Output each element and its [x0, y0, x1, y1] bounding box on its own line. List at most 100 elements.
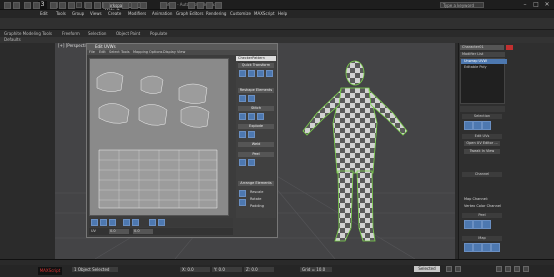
menu-edit[interactable]: Edit [40, 11, 48, 16]
next-frame-icon[interactable] [455, 266, 461, 272]
menu-rendering[interactable]: Rendering [206, 11, 226, 16]
material-editor-icon[interactable] [188, 2, 195, 9]
spherical-map-icon[interactable] [482, 243, 491, 252]
undo-tool-icon[interactable] [4, 2, 11, 9]
search-input[interactable]: Type a keyword [440, 2, 484, 8]
stack-item-unwrap[interactable]: Unwrap UVW [461, 59, 507, 64]
reshape-elements-header[interactable]: Reshape Elements [238, 88, 274, 93]
angle-snap-icon[interactable] [131, 2, 138, 9]
menu-help[interactable]: Help [278, 11, 287, 16]
grow-selection-icon[interactable] [123, 219, 130, 226]
rotate-90-icon[interactable] [257, 70, 264, 77]
stack-item-editable-poly[interactable]: Editable Poly [461, 65, 507, 70]
render-setup-icon[interactable] [197, 2, 204, 9]
scale-icon[interactable] [103, 2, 110, 9]
rollout-edit-uvs[interactable]: Edit UVs [462, 134, 502, 139]
ring-select-icon[interactable] [158, 219, 165, 226]
zoom-icon[interactable] [496, 266, 502, 272]
link-icon[interactable] [24, 2, 31, 9]
tab-freeform[interactable]: Freeform [62, 31, 80, 36]
rescale-option[interactable]: Rescale [250, 190, 263, 194]
explode-header[interactable]: Explode [238, 124, 274, 129]
pelt-map-icon[interactable] [248, 159, 255, 166]
tab-selection[interactable]: Selection [88, 31, 106, 36]
play-icon[interactable] [446, 266, 452, 272]
rollout-channel[interactable]: Channel [462, 172, 502, 177]
flip-icon[interactable] [266, 70, 273, 77]
detach-icon[interactable] [248, 131, 255, 138]
peel-mode-icon[interactable] [473, 220, 482, 229]
shrink-selection-icon[interactable] [132, 219, 139, 226]
uv-menu-mapping[interactable]: Mapping [133, 50, 148, 54]
rollout-selection[interactable]: Selection [462, 114, 502, 119]
vertex-select-icon[interactable] [464, 121, 473, 130]
uv-menu-options[interactable]: Options [149, 50, 163, 54]
character-model[interactable] [302, 60, 408, 242]
render-icon[interactable] [215, 2, 222, 9]
tab-object-paint[interactable]: Object Paint [116, 31, 140, 36]
tab-populate[interactable]: Populate [150, 31, 167, 36]
straighten-icon[interactable] [239, 95, 246, 102]
polygon-select-icon[interactable] [482, 121, 491, 130]
stitch-average-icon[interactable] [257, 113, 264, 120]
maximize-button[interactable]: □ [531, 1, 541, 8]
align-v-icon[interactable] [248, 70, 255, 77]
percent-snap-icon[interactable] [140, 2, 147, 9]
stitch-header[interactable]: Stitch [238, 106, 274, 111]
select-region-icon[interactable] [68, 2, 75, 9]
cylindrical-map-icon[interactable] [473, 243, 482, 252]
minimize-button[interactable]: – [520, 1, 530, 8]
menu-modifiers[interactable]: Modifiers [128, 11, 146, 16]
object-color-swatch[interactable] [506, 45, 513, 50]
loop-select-icon[interactable] [149, 219, 156, 226]
menu-views[interactable]: Views [90, 11, 102, 16]
arrange-elements-header[interactable]: Arrange Elements [238, 181, 274, 186]
snap-icon[interactable] [122, 2, 129, 9]
break-icon[interactable] [239, 131, 246, 138]
undo-icon[interactable] [76, 2, 82, 8]
x-coordinate[interactable]: X: 0.0 [180, 267, 210, 272]
box-map-icon[interactable] [491, 243, 500, 252]
quick-transform-header[interactable]: Quick Transform [238, 63, 274, 68]
maxscript-listener[interactable]: MAXScript [38, 267, 62, 275]
modifier-list-dropdown[interactable]: Modifier List [460, 52, 505, 57]
stitch-target-icon[interactable] [248, 113, 255, 120]
uv-menu-display[interactable]: Display [163, 50, 176, 54]
quick-peel-icon[interactable] [239, 159, 246, 166]
menu-create[interactable]: Create [108, 11, 121, 16]
uv-menu-select[interactable]: Select [109, 50, 120, 54]
quick-peel-panel-icon[interactable] [464, 220, 473, 229]
mirror-icon[interactable] [160, 2, 167, 9]
vertex-color-channel-option[interactable]: Vertex Color Channel [464, 204, 501, 208]
uv-islands[interactable] [89, 58, 229, 216]
tweak-in-view-button[interactable]: Tweak In View [464, 149, 500, 154]
edge-mode-icon[interactable] [100, 219, 107, 226]
face-mode-icon[interactable] [109, 219, 116, 226]
reset-peel-icon[interactable] [482, 220, 491, 229]
select-object-icon[interactable] [50, 2, 57, 9]
u-coordinate-field[interactable]: 0.0 [109, 229, 129, 234]
v-coordinate-field[interactable]: 0.0 [133, 229, 153, 234]
object-name-field[interactable]: Character01 [460, 45, 504, 50]
close-button[interactable]: ✕ [542, 1, 552, 8]
rotate-option[interactable]: Rotate [250, 197, 261, 201]
rotate-icon[interactable] [94, 2, 101, 9]
z-coordinate[interactable]: Z: 0.0 [244, 267, 274, 272]
rollout-map[interactable]: Map [462, 236, 502, 241]
edge-select-icon[interactable] [473, 121, 482, 130]
redo-tool-icon[interactable] [13, 2, 20, 9]
align-u-icon[interactable] [239, 70, 246, 77]
menu-animation[interactable]: Animation [152, 11, 172, 16]
key-filter-dropdown[interactable]: Selected [414, 266, 440, 272]
uv-menu-file[interactable]: File [89, 50, 95, 54]
map-channel-option[interactable]: Map Channel: [464, 197, 488, 201]
maximize-viewport-icon[interactable] [523, 266, 529, 272]
pack-together-icon[interactable] [239, 199, 246, 206]
menu-group[interactable]: Group [72, 11, 84, 16]
menu-tools[interactable]: Tools [56, 11, 66, 16]
menu-graph-editors[interactable]: Graph Editors [176, 11, 203, 16]
render-frame-icon[interactable] [206, 2, 213, 9]
peel-header[interactable]: Peel [238, 152, 274, 157]
y-coordinate[interactable]: Y: 0.0 [212, 267, 242, 272]
weld-header[interactable]: Weld [238, 142, 274, 147]
